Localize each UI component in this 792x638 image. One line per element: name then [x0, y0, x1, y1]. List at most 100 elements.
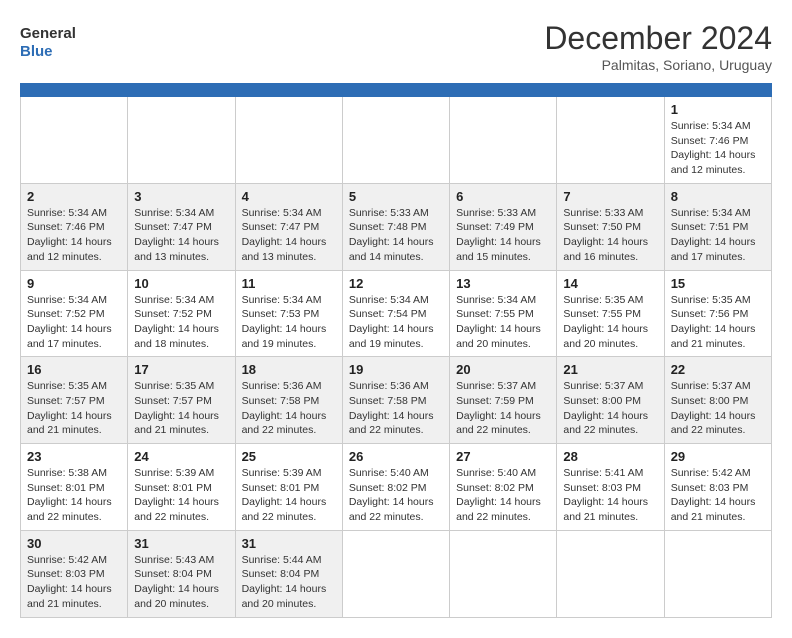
calendar-cell: 31Sunrise: 5:43 AMSunset: 8:04 PMDayligh…: [128, 530, 235, 617]
day-number: 10: [134, 276, 228, 291]
calendar-cell: [450, 530, 557, 617]
calendar-table: 1 Sunrise: 5:34 AMSunset: 7:46 PMDaylight…: [20, 83, 772, 618]
logo-svg: General Blue: [20, 20, 90, 65]
day-info: Sunrise: 5:34 AMSunset: 7:46 PMDaylight:…: [671, 119, 765, 178]
calendar-cell: 15Sunrise: 5:35 AMSunset: 7:56 PMDayligh…: [664, 270, 771, 357]
calendar-cell: 20 Sunrise: 5:37 AMSunset: 7:59 PMDayligh…: [450, 357, 557, 444]
day-info: Sunrise: 5:33 AMSunset: 7:48 PMDaylight:…: [349, 206, 443, 265]
day-number: 8: [671, 189, 765, 204]
day-info: Sunrise: 5:34 AMSunset: 7:52 PMDaylight:…: [27, 293, 121, 352]
calendar-cell: 1 Sunrise: 5:34 AMSunset: 7:46 PMDaylight…: [664, 97, 771, 184]
day-info: Sunrise: 5:42 AMSunset: 8:03 PMDaylight:…: [671, 466, 765, 525]
calendar-cell: [235, 97, 342, 184]
day-number: 31: [134, 536, 228, 551]
calendar-cell: 14 Sunrise: 5:35 AMSunset: 7:55 PMDayligh…: [557, 270, 664, 357]
calendar-cell: 3 Sunrise: 5:34 AMSunset: 7:47 PMDaylight…: [128, 183, 235, 270]
header-row: [21, 84, 772, 97]
day-info: Sunrise: 5:36 AMSunset: 7:58 PMDaylight:…: [242, 379, 336, 438]
day-info: Sunrise: 5:39 AMSunset: 8:01 PMDaylight:…: [134, 466, 228, 525]
day-info: Sunrise: 5:35 AMSunset: 7:56 PMDaylight:…: [671, 293, 765, 352]
calendar-cell: 9 Sunrise: 5:34 AMSunset: 7:52 PMDaylight…: [21, 270, 128, 357]
day-info: Sunrise: 5:40 AMSunset: 8:02 PMDaylight:…: [456, 466, 550, 525]
calendar-cell: 4Sunrise: 5:34 AMSunset: 7:47 PMDaylight…: [235, 183, 342, 270]
col-monday: [128, 84, 235, 97]
day-info: Sunrise: 5:44 AMSunset: 8:04 PMDaylight:…: [242, 553, 336, 612]
day-info: Sunrise: 5:34 AMSunset: 7:52 PMDaylight:…: [134, 293, 228, 352]
col-wednesday: [342, 84, 449, 97]
calendar-cell: 2Sunrise: 5:34 AMSunset: 7:46 PMDaylight…: [21, 183, 128, 270]
table-row: 1 Sunrise: 5:34 AMSunset: 7:46 PMDaylight…: [21, 97, 772, 184]
table-row: 16Sunrise: 5:35 AMSunset: 7:57 PMDayligh…: [21, 357, 772, 444]
calendar-cell: 5 Sunrise: 5:33 AMSunset: 7:48 PMDaylight…: [342, 183, 449, 270]
calendar-cell: 11Sunrise: 5:34 AMSunset: 7:53 PMDayligh…: [235, 270, 342, 357]
calendar-cell: [664, 530, 771, 617]
calendar-cell: [128, 97, 235, 184]
day-info: Sunrise: 5:34 AMSunset: 7:47 PMDaylight:…: [242, 206, 336, 265]
day-number: 21: [563, 362, 657, 377]
day-number: 30: [27, 536, 121, 551]
day-number: 27: [456, 449, 550, 464]
calendar-cell: [342, 97, 449, 184]
calendar-cell: 28Sunrise: 5:41 AMSunset: 8:03 PMDayligh…: [557, 444, 664, 531]
day-number: 5: [349, 189, 443, 204]
day-number: 11: [242, 276, 336, 291]
calendar-cell: [557, 530, 664, 617]
calendar-cell: 18 Sunrise: 5:36 AMSunset: 7:58 PMDayligh…: [235, 357, 342, 444]
col-saturday: [664, 84, 771, 97]
col-thursday: [450, 84, 557, 97]
page-header: General Blue December 2024 Palmitas, Sor…: [20, 20, 772, 73]
day-number: 1: [671, 102, 765, 117]
day-number: 3: [134, 189, 228, 204]
table-row: 9 Sunrise: 5:34 AMSunset: 7:52 PMDaylight…: [21, 270, 772, 357]
day-info: Sunrise: 5:38 AMSunset: 8:01 PMDaylight:…: [27, 466, 121, 525]
day-info: Sunrise: 5:42 AMSunset: 8:03 PMDaylight:…: [27, 553, 121, 612]
col-friday: [557, 84, 664, 97]
month-title: December 2024: [544, 20, 772, 57]
calendar-cell: 23 Sunrise: 5:38 AMSunset: 8:01 PMDayligh…: [21, 444, 128, 531]
svg-text:General: General: [20, 25, 76, 42]
day-info: Sunrise: 5:34 AMSunset: 7:54 PMDaylight:…: [349, 293, 443, 352]
day-number: 31: [242, 536, 336, 551]
calendar-cell: 19Sunrise: 5:36 AMSunset: 7:58 PMDayligh…: [342, 357, 449, 444]
day-info: Sunrise: 5:36 AMSunset: 7:58 PMDaylight:…: [349, 379, 443, 438]
day-info: Sunrise: 5:35 AMSunset: 7:55 PMDaylight:…: [563, 293, 657, 352]
calendar-cell: 16Sunrise: 5:35 AMSunset: 7:57 PMDayligh…: [21, 357, 128, 444]
title-block: December 2024 Palmitas, Soriano, Uruguay: [544, 20, 772, 73]
day-info: Sunrise: 5:35 AMSunset: 7:57 PMDaylight:…: [134, 379, 228, 438]
day-info: Sunrise: 5:37 AMSunset: 7:59 PMDaylight:…: [456, 379, 550, 438]
day-number: 20: [456, 362, 550, 377]
day-info: Sunrise: 5:33 AMSunset: 7:50 PMDaylight:…: [563, 206, 657, 265]
calendar-cell: [450, 97, 557, 184]
day-info: Sunrise: 5:34 AMSunset: 7:55 PMDaylight:…: [456, 293, 550, 352]
day-info: Sunrise: 5:33 AMSunset: 7:49 PMDaylight:…: [456, 206, 550, 265]
table-row: 23 Sunrise: 5:38 AMSunset: 8:01 PMDayligh…: [21, 444, 772, 531]
calendar-cell: 29 Sunrise: 5:42 AMSunset: 8:03 PMDayligh…: [664, 444, 771, 531]
calendar-cell: 26Sunrise: 5:40 AMSunset: 8:02 PMDayligh…: [342, 444, 449, 531]
day-number: 29: [671, 449, 765, 464]
day-number: 22: [671, 362, 765, 377]
day-number: 23: [27, 449, 121, 464]
day-number: 25: [242, 449, 336, 464]
logo: General Blue: [20, 20, 90, 65]
day-number: 13: [456, 276, 550, 291]
calendar-cell: 25Sunrise: 5:39 AMSunset: 8:01 PMDayligh…: [235, 444, 342, 531]
day-number: 12: [349, 276, 443, 291]
calendar-cell: 13 Sunrise: 5:34 AMSunset: 7:55 PMDayligh…: [450, 270, 557, 357]
day-info: Sunrise: 5:37 AMSunset: 8:00 PMDaylight:…: [563, 379, 657, 438]
calendar-cell: 6Sunrise: 5:33 AMSunset: 7:49 PMDaylight…: [450, 183, 557, 270]
calendar-cell: 12 Sunrise: 5:34 AMSunset: 7:54 PMDayligh…: [342, 270, 449, 357]
day-number: 14: [563, 276, 657, 291]
day-number: 9: [27, 276, 121, 291]
day-info: Sunrise: 5:41 AMSunset: 8:03 PMDaylight:…: [563, 466, 657, 525]
calendar-cell: 7Sunrise: 5:33 AMSunset: 7:50 PMDaylight…: [557, 183, 664, 270]
calendar-cell: [21, 97, 128, 184]
day-info: Sunrise: 5:34 AMSunset: 7:47 PMDaylight:…: [134, 206, 228, 265]
calendar-cell: 27 Sunrise: 5:40 AMSunset: 8:02 PMDayligh…: [450, 444, 557, 531]
calendar-cell: 30 Sunrise: 5:42 AMSunset: 8:03 PMDayligh…: [21, 530, 128, 617]
day-number: 18: [242, 362, 336, 377]
day-info: Sunrise: 5:34 AMSunset: 7:46 PMDaylight:…: [27, 206, 121, 265]
table-row: 30 Sunrise: 5:42 AMSunset: 8:03 PMDayligh…: [21, 530, 772, 617]
day-info: Sunrise: 5:35 AMSunset: 7:57 PMDaylight:…: [27, 379, 121, 438]
svg-text:Blue: Blue: [20, 43, 53, 60]
day-info: Sunrise: 5:34 AMSunset: 7:51 PMDaylight:…: [671, 206, 765, 265]
